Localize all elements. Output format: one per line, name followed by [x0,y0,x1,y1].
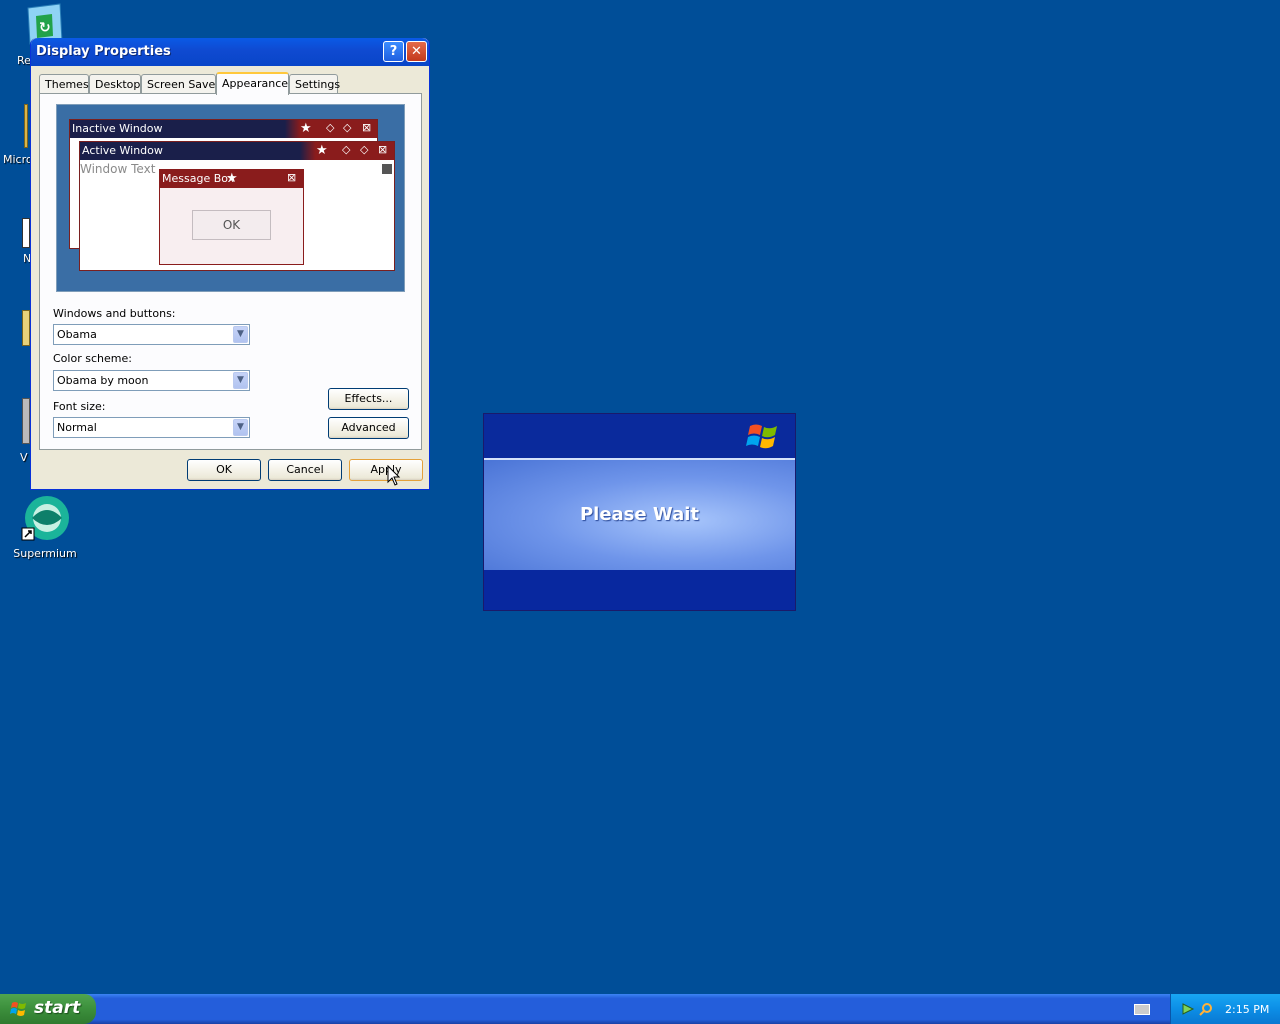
app-icon[interactable] [22,218,30,248]
color-scheme-value: Obama by moon [57,374,149,387]
close-button[interactable]: ✕ [406,41,427,62]
keyboard-icon[interactable] [1134,1004,1150,1015]
appearance-panel: Inactive Window ★ ◇ ◇ ⊠ Active Window ★ … [39,93,422,450]
star-icon: ★ [316,143,328,158]
supermium-label: Supermium [13,547,77,560]
close-icon: ✕ [411,44,422,59]
v-label[interactable]: V [20,451,28,464]
please-wait-header [484,414,795,458]
windows-buttons-value: Obama [57,328,97,341]
recycle-bin-label[interactable]: Re [17,54,31,67]
start-label: start [34,998,81,1018]
cancel-button[interactable]: Cancel [268,459,342,481]
tab-desktop[interactable]: Desktop [89,74,141,94]
font-size-label: Font size: [53,400,106,413]
micro-label[interactable]: Micro [3,153,33,166]
display-properties-window: Display Properties ? ✕ Themes Desktop Sc… [30,38,430,490]
preview-message-box: Message Box ★ ⊠ OK [159,169,304,265]
please-wait-dialog: Please Wait [483,413,796,611]
tab-appearance[interactable]: Appearance [216,72,289,95]
maximize-icon: ◇ [360,143,369,156]
start-button[interactable]: start [0,994,96,1024]
chevron-down-icon[interactable]: ▼ [233,326,248,343]
preview-scrollbar [382,164,392,174]
effects-button[interactable]: Effects... [328,388,409,410]
network-icon[interactable] [1181,1002,1195,1016]
minimize-icon: ◇ [342,143,351,156]
tab-themes[interactable]: Themes [39,74,89,94]
tab-screen-saver[interactable]: Screen Saver [141,74,220,94]
preview-inactive-title: Inactive Window [72,122,163,135]
windows-buttons-label: Windows and buttons: [53,307,176,320]
maximize-icon: ◇ [343,121,352,134]
color-scheme-label: Color scheme: [53,352,132,365]
please-wait-footer [484,570,795,610]
taskbar: start 2:15 PM [0,994,1280,1024]
tab-settings[interactable]: Settings [289,74,340,94]
preview-active-title: Active Window [82,144,163,157]
chevron-down-icon[interactable]: ▼ [233,419,248,436]
star-icon: ★ [226,171,238,186]
please-wait-message: Please Wait [579,504,700,525]
star-icon: ★ [300,121,312,136]
desktop-icon-supermium[interactable]: Supermium [10,496,80,560]
svg-text:↻: ↻ [39,20,51,36]
preview-window-text: Window Text [80,162,156,176]
apply-button[interactable]: Apply [349,459,423,481]
ok-button[interactable]: OK [187,459,261,481]
search-icon[interactable] [1199,1002,1213,1016]
appearance-preview: Inactive Window ★ ◇ ◇ ⊠ Active Window ★ … [56,104,405,292]
chevron-down-icon[interactable]: ▼ [233,372,248,389]
close-icon: ⊠ [287,171,297,184]
clock[interactable]: 2:15 PM [1225,1003,1269,1016]
windows-buttons-select[interactable]: Obama ▼ [53,324,250,345]
system-tray: 2:15 PM [1170,994,1280,1024]
windows-logo-icon [10,1002,26,1016]
color-scheme-select[interactable]: Obama by moon ▼ [53,370,250,391]
minimize-icon: ◇ [326,121,335,134]
preview-message-title: Message Box [162,172,235,185]
app-icon[interactable] [22,398,30,444]
font-size-select[interactable]: Normal ▼ [53,417,250,438]
help-icon: ? [389,44,398,59]
close-icon: ⊠ [378,143,388,156]
advanced-button[interactable]: Advanced [328,417,409,439]
please-wait-body: Please Wait [484,458,795,570]
help-button[interactable]: ? [383,41,404,62]
mouse-pointer-icon [387,465,401,486]
windows-logo-icon [746,424,777,449]
font-size-value: Normal [57,421,97,434]
preview-ok-button: OK [192,210,271,240]
close-icon: ⊠ [362,121,372,134]
app-icon[interactable] [24,104,28,148]
titlebar[interactable]: Display Properties ? ✕ [31,38,429,66]
window-title: Display Properties [36,44,171,59]
supermium-icon [21,496,69,541]
app-icon[interactable] [22,310,30,346]
